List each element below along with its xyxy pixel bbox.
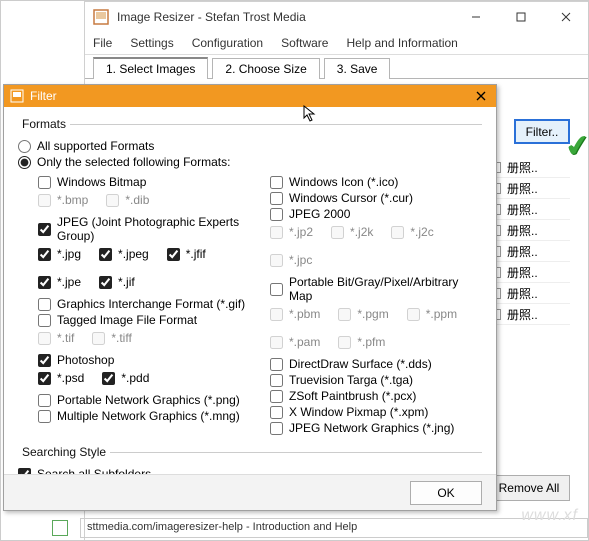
app-icon [93,9,109,25]
close-button[interactable] [543,2,588,32]
watermark-text: www.xf [521,507,578,525]
chk-jp2000[interactable]: JPEG 2000 [270,207,482,221]
formats-legend: Formats [18,117,70,131]
dialog-titlebar: Filter [4,85,496,107]
chk-dds[interactable]: DirectDraw Surface (*.dds) [270,357,482,371]
search-legend: Searching Style [18,445,110,459]
chk-psd[interactable]: *.psd [38,371,84,385]
chk-bitmap[interactable]: Windows Bitmap [38,175,250,189]
tab-choose-size[interactable]: 2. Choose Size [212,58,319,79]
tab-save[interactable]: 3. Save [324,58,391,79]
chk-pfm[interactable]: *.pfm [338,335,385,349]
chk-jpeg[interactable]: JPEG (Joint Photographic Experts Group) [38,215,250,243]
main-title: Image Resizer - Stefan Trost Media [117,10,453,24]
menu-software[interactable]: Software [281,36,328,50]
radio-selected-formats[interactable]: Only the selected following Formats: [18,155,482,169]
chk-pam[interactable]: *.pam [270,335,320,349]
chk-pdd[interactable]: *.pdd [102,371,149,385]
radio-all-formats[interactable]: All supported Formats [18,139,482,153]
tab-select-images[interactable]: 1. Select Images [93,57,208,79]
chk-tiff-ext[interactable]: *.tiff [92,331,131,345]
filter-button[interactable]: Filter.. [514,119,570,144]
main-tabs: 1. Select Images 2. Choose Size 3. Save [85,54,588,79]
ok-button[interactable]: OK [410,481,482,505]
maximize-button[interactable] [498,2,543,32]
chk-ico[interactable]: Windows Icon (*.ico) [270,175,482,189]
remove-all-button[interactable]: Remove All [488,475,570,501]
list-item: 册照.. [490,304,570,325]
chk-photoshop[interactable]: Photoshop [38,353,250,367]
list-item: 册照.. [490,178,570,199]
menu-settings[interactable]: Settings [130,36,173,50]
formats-group: Formats All supported Formats Only the s… [18,117,482,437]
dialog-button-bar: OK [4,474,496,510]
chk-mng[interactable]: Multiple Network Graphics (*.mng) [38,409,250,423]
menu-configuration[interactable]: Configuration [192,36,263,50]
chk-pgm[interactable]: *.pgm [338,307,388,321]
chk-ppm[interactable]: *.ppm [407,307,457,321]
status-icon [52,520,68,536]
minimize-button[interactable] [453,2,498,32]
chk-gif[interactable]: Graphics Interchange Format (*.gif) [38,297,250,311]
menu-file[interactable]: File [93,36,112,50]
list-item: 册照.. [490,241,570,262]
chk-tga[interactable]: Truevision Targa (*.tga) [270,373,482,387]
list-item: 册照.. [490,283,570,304]
dialog-icon [10,89,24,103]
chk-jif[interactable]: *.jif [99,275,135,289]
chk-jpeg-ext[interactable]: *.jpeg [99,247,149,261]
chk-pbm[interactable]: Portable Bit/Gray/Pixel/Arbitrary Map [270,275,482,303]
chk-jfif[interactable]: *.jfif [167,247,206,261]
list-item: 册照.. [490,262,570,283]
chk-jng[interactable]: JPEG Network Graphics (*.jng) [270,421,482,435]
chk-dib[interactable]: *.dib [106,193,149,207]
chk-tif[interactable]: *.tif [38,331,74,345]
chk-jpe[interactable]: *.jpe [38,275,81,289]
chk-pcx[interactable]: ZSoft Paintbrush (*.pcx) [270,389,482,403]
dialog-title: Filter [30,89,472,103]
chk-cur[interactable]: Windows Cursor (*.cur) [270,191,482,205]
chk-tiff[interactable]: Tagged Image File Format [38,313,250,327]
chk-jpc[interactable]: *.jpc [270,253,312,267]
dialog-close-icon[interactable] [472,91,490,101]
footer-bar: sttmedia.com/imageresizer-help - Introdu… [40,515,588,541]
chk-bmp[interactable]: *.bmp [38,193,88,207]
list-item: 册照.. [490,157,570,178]
footer-text: sttmedia.com/imageresizer-help - Introdu… [80,518,588,538]
chk-jpg[interactable]: *.jpg [38,247,81,261]
image-list[interactable]: 册照.. 册照.. 册照.. 册照.. 册照.. 册照.. 册照.. 册照.. [490,157,570,325]
chk-png[interactable]: Portable Network Graphics (*.png) [38,393,250,407]
chk-jp2[interactable]: *.jp2 [270,225,313,239]
list-item: 册照.. [490,199,570,220]
list-item: 册照.. [490,220,570,241]
filter-dialog: Filter Formats All supported Formats Onl… [3,84,497,511]
chk-xpm[interactable]: X Window Pixmap (*.xpm) [270,405,482,419]
chk-j2k[interactable]: *.j2k [331,225,373,239]
chk-pbm-ext[interactable]: *.pbm [270,307,320,321]
menubar: File Settings Configuration Software Hel… [85,32,588,54]
main-titlebar: Image Resizer - Stefan Trost Media [85,2,588,32]
menu-help[interactable]: Help and Information [346,36,457,50]
chk-j2c[interactable]: *.j2c [391,225,433,239]
